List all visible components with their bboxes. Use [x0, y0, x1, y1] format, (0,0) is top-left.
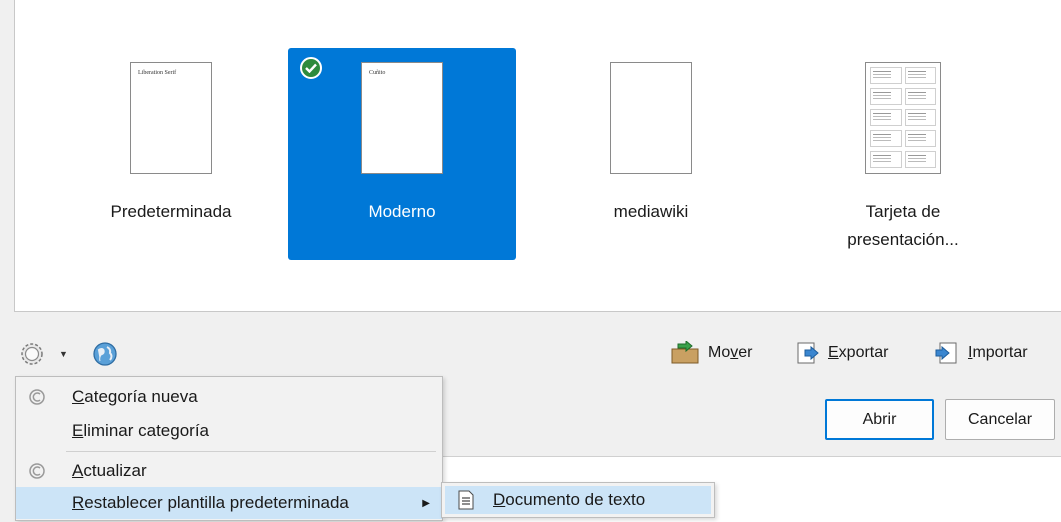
move-button[interactable]: Mover [670, 339, 753, 365]
template-label-line: presentación... [847, 230, 959, 249]
template-label: Moderno [368, 202, 436, 221]
gear-dropdown-menu: Categoría nueva Eliminar categoría Actua… [15, 376, 443, 521]
reset-default-submenu: Documento de texto [441, 482, 715, 518]
template-thumbnail [865, 62, 941, 174]
refresh-icon [28, 462, 46, 480]
template-thumbnail [610, 62, 692, 174]
export-label: Exportar [828, 344, 889, 361]
template-gallery: Liberation Serif Predeterminada Cuñito M… [14, 0, 1061, 312]
template-label: mediawiki [613, 202, 689, 221]
submenu-arrow-icon: ▶ [422, 497, 430, 509]
export-button[interactable]: Exportar [796, 341, 888, 365]
dropdown-arrow-icon[interactable]: ▼ [59, 349, 68, 359]
template-tarjeta-de-presentacion[interactable]: Tarjeta de presentación... [789, 48, 1017, 260]
template-thumbnail: Cuñito [361, 62, 443, 174]
menu-item-label: Categoría nueva [72, 387, 198, 406]
menu-item-label: Eliminar categoría [72, 421, 210, 440]
template-moderno[interactable]: Cuñito Moderno [288, 48, 516, 260]
template-mediawiki[interactable]: mediawiki [537, 48, 765, 260]
template-label-line: Tarjeta de [865, 202, 941, 221]
template-predeterminada[interactable]: Liberation Serif Predeterminada [57, 48, 285, 260]
menu-item-label: Restablecer plantilla predeterminada [72, 493, 349, 512]
template-thumbnail: Liberation Serif [130, 62, 212, 174]
menu-separator [66, 451, 436, 452]
menu-item-new-category[interactable]: Categoría nueva [16, 381, 442, 413]
submenu-item-text-document[interactable]: Documento de texto [445, 486, 711, 514]
settings-gear-icon[interactable] [18, 340, 46, 368]
checkmark-icon [300, 57, 322, 79]
move-icon [670, 339, 700, 365]
template-label: Predeterminada [110, 202, 232, 221]
menu-item-refresh[interactable]: Actualizar [16, 455, 442, 487]
import-label: Importar [968, 344, 1028, 361]
import-button[interactable]: Importar [934, 341, 1028, 365]
menu-item-reset-default-template[interactable]: Restablecer plantilla predeterminada ▶ [16, 487, 442, 519]
thumbnail-text: Liberation Serif [138, 70, 177, 76]
text-document-icon [457, 490, 475, 510]
cancel-button[interactable]: Cancelar [945, 399, 1055, 440]
menu-item-label: Actualizar [72, 461, 147, 480]
move-label: Mover [708, 344, 753, 361]
online-templates-icon[interactable] [91, 340, 119, 368]
category-icon [28, 388, 46, 406]
template-label: Tarjeta de presentación... [789, 198, 1017, 254]
submenu-item-label: Documento de texto [493, 490, 646, 509]
menu-item-delete-category[interactable]: Eliminar categoría [16, 415, 442, 447]
import-icon [934, 341, 958, 365]
thumbnail-text: Cuñito [369, 70, 386, 76]
open-button[interactable]: Abrir [825, 399, 934, 440]
export-icon [796, 341, 820, 365]
